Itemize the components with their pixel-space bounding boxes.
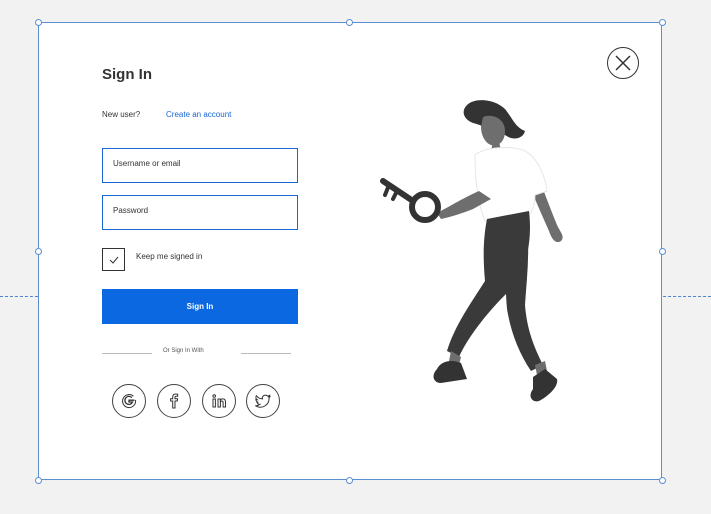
resize-handle-bottom-right[interactable] [659, 477, 666, 484]
resize-handle-top-right[interactable] [659, 19, 666, 26]
resize-handle-bottom-left[interactable] [35, 477, 42, 484]
or-sign-in-with-label: Or Sign In With [163, 348, 204, 354]
create-account-link[interactable]: Create an account [166, 110, 231, 119]
divider-left [102, 353, 152, 354]
password-placeholder: Password [113, 206, 149, 215]
divider-right [241, 353, 291, 354]
check-icon [109, 256, 118, 264]
resize-handle-top-left[interactable] [35, 19, 42, 26]
woman-with-key-illustration [380, 100, 563, 402]
google-signin-button[interactable] [112, 384, 146, 418]
google-icon [122, 394, 137, 409]
twitter-icon [255, 394, 271, 408]
resize-handle-top-center[interactable] [346, 19, 353, 26]
new-user-label: New user? [102, 110, 141, 119]
facebook-signin-button[interactable] [157, 384, 191, 418]
keep-signed-in-label: Keep me signed in [136, 252, 203, 261]
page-title: Sign In [102, 66, 152, 83]
close-button[interactable] [607, 47, 639, 79]
linkedin-icon [212, 394, 226, 408]
username-field[interactable]: Username or email [102, 148, 298, 183]
linkedin-signin-button[interactable] [202, 384, 236, 418]
keep-signed-in-checkbox[interactable] [102, 248, 125, 271]
twitter-signin-button[interactable] [246, 384, 280, 418]
resize-handle-middle-right[interactable] [659, 248, 666, 255]
close-icon [615, 55, 631, 71]
signin-button[interactable]: Sign In [102, 289, 298, 324]
facebook-icon [170, 393, 179, 409]
resize-handle-middle-left[interactable] [35, 248, 42, 255]
password-field[interactable]: Password [102, 195, 298, 230]
resize-handle-bottom-center[interactable] [346, 477, 353, 484]
username-placeholder: Username or email [113, 159, 181, 168]
